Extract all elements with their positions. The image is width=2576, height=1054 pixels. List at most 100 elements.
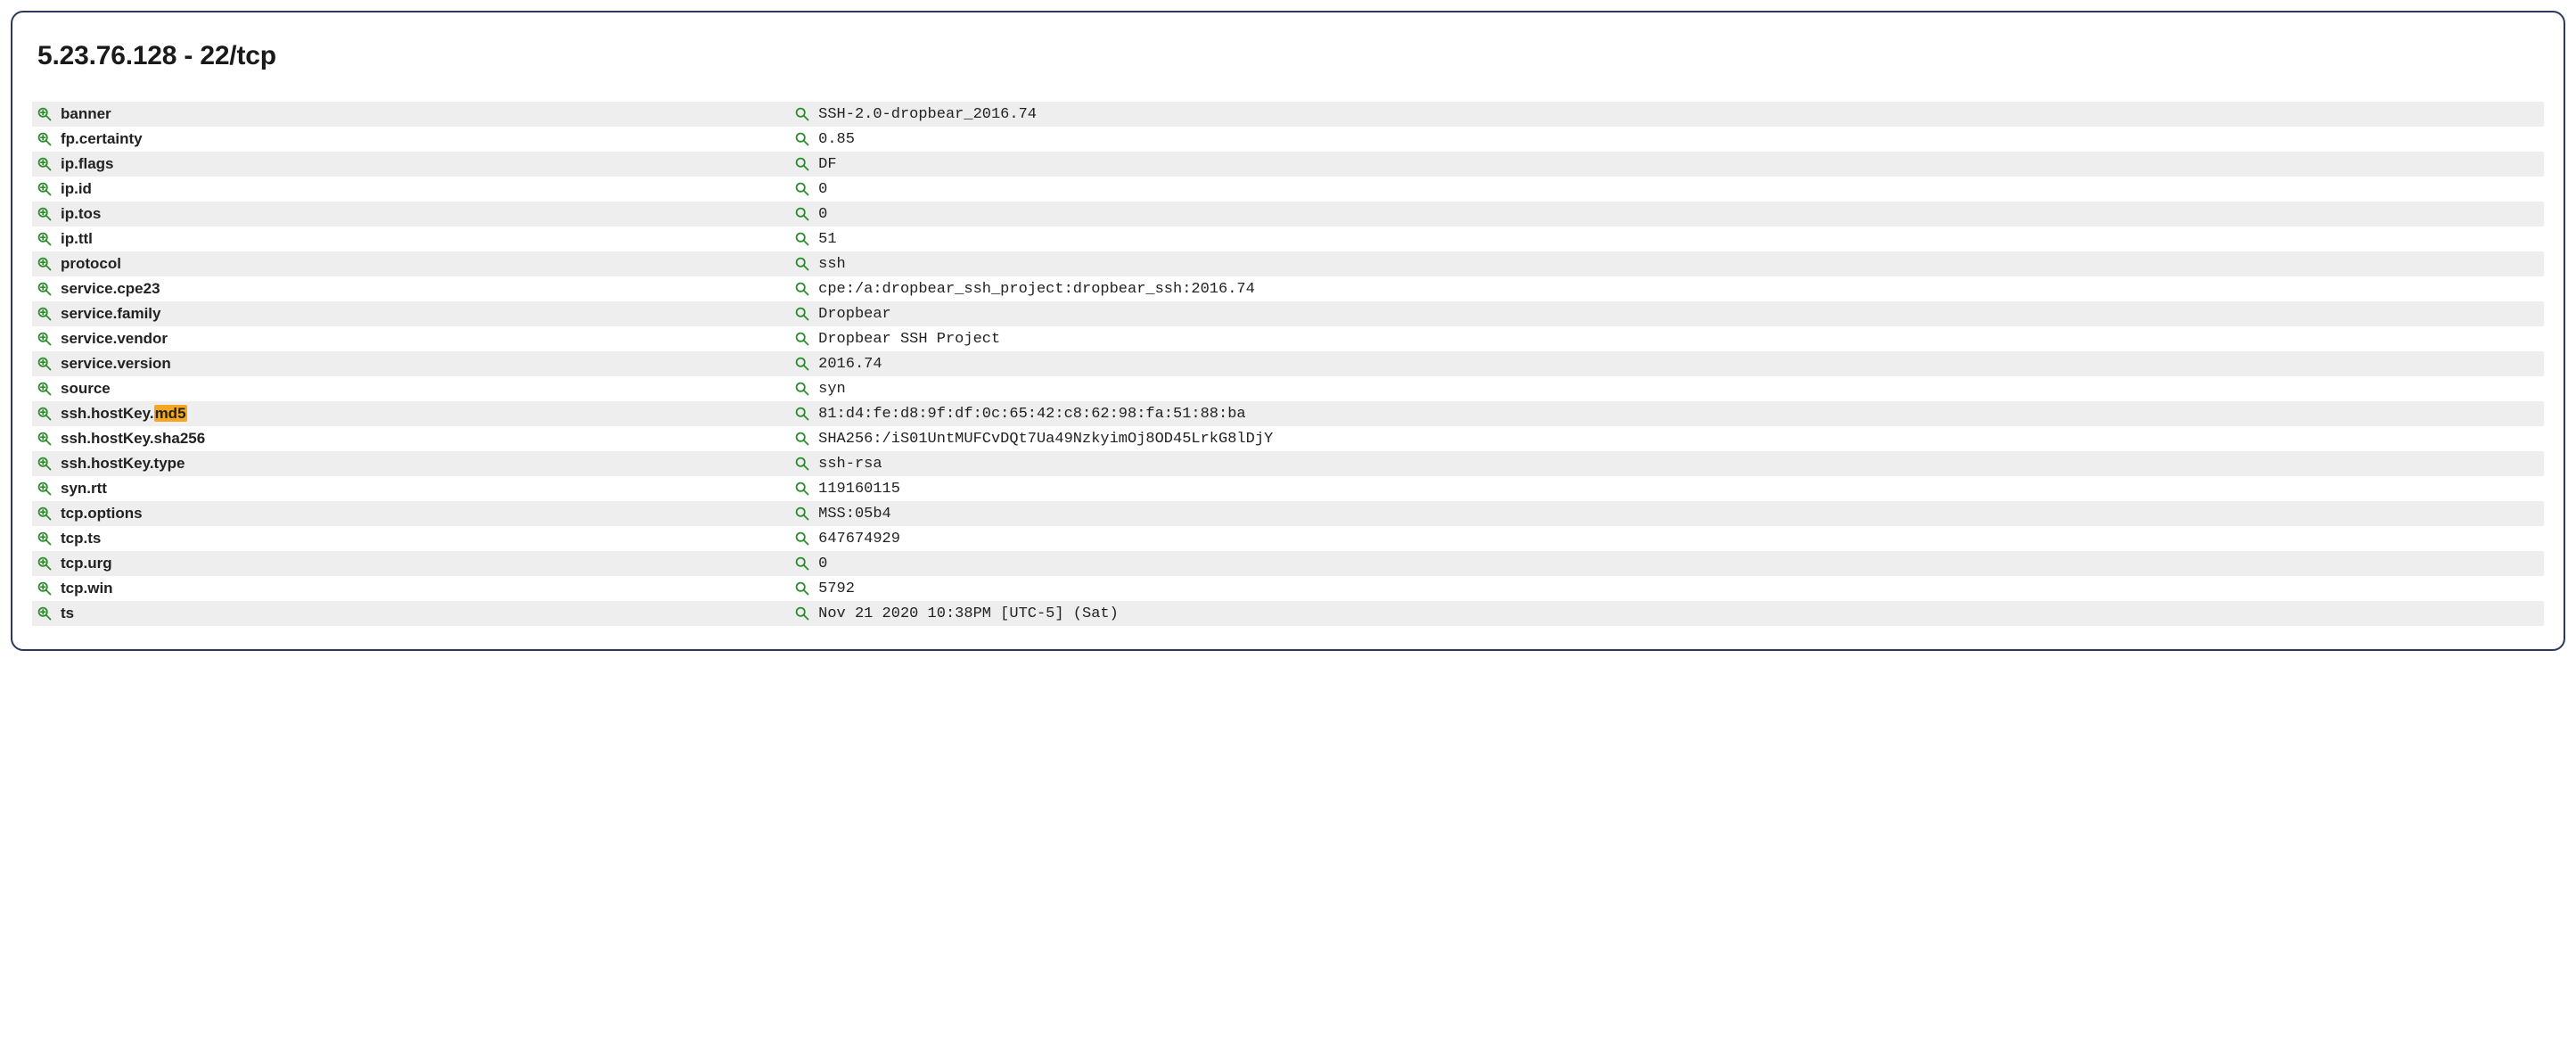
table-row: ip.tos 0 — [32, 202, 2544, 226]
field-key-label: ip.ttl — [61, 230, 93, 248]
field-value-cell: 5792 — [790, 576, 2544, 601]
field-value-label: cpe:/a:dropbear_ssh_project:dropbear_ssh… — [818, 281, 1255, 298]
field-value-label: Nov 21 2020 10:38PM [UTC-5] (Sat) — [818, 605, 1119, 622]
field-key-cell: tcp.win — [32, 576, 790, 601]
field-key-label: tcp.ts — [61, 530, 101, 548]
zoom-in-icon[interactable] — [37, 457, 52, 471]
search-icon[interactable] — [795, 506, 809, 521]
zoom-in-icon[interactable] — [37, 506, 52, 521]
table-row: ssh.hostKey.type ssh-rsa — [32, 451, 2544, 476]
table-row: service.version 2016.74 — [32, 351, 2544, 376]
table-row: protocol ssh — [32, 251, 2544, 276]
zoom-in-icon[interactable] — [37, 407, 52, 421]
search-icon[interactable] — [795, 307, 809, 321]
zoom-in-icon[interactable] — [37, 257, 52, 271]
search-icon[interactable] — [795, 357, 809, 371]
field-value-label: Dropbear SSH Project — [818, 331, 1000, 348]
field-key-cell: ip.id — [32, 177, 790, 202]
field-key-cell: ts — [32, 601, 790, 626]
field-value-label: 0 — [818, 181, 827, 198]
search-icon[interactable] — [795, 382, 809, 396]
zoom-in-icon[interactable] — [37, 357, 52, 371]
zoom-in-icon[interactable] — [37, 307, 52, 321]
zoom-in-icon[interactable] — [37, 132, 52, 146]
search-icon[interactable] — [795, 157, 809, 171]
fields-table: banner SSH-2.0-dropbear_2016.74 fp.certa… — [32, 102, 2544, 626]
zoom-in-icon[interactable] — [37, 282, 52, 296]
search-icon[interactable] — [795, 107, 809, 121]
zoom-in-icon[interactable] — [37, 556, 52, 571]
field-value-label: 0 — [818, 556, 827, 572]
search-icon[interactable] — [795, 282, 809, 296]
search-icon[interactable] — [795, 606, 809, 621]
search-icon[interactable] — [795, 332, 809, 346]
field-value-cell: ssh — [790, 251, 2544, 276]
field-value-cell: 0 — [790, 202, 2544, 226]
zoom-in-icon[interactable] — [37, 207, 52, 221]
field-value-cell: 0.85 — [790, 127, 2544, 152]
search-icon[interactable] — [795, 581, 809, 596]
field-key-label: protocol — [61, 255, 121, 273]
field-value-cell: 2016.74 — [790, 351, 2544, 376]
field-key-cell: banner — [32, 102, 790, 127]
field-key-label: ip.id — [61, 180, 92, 198]
search-icon[interactable] — [795, 257, 809, 271]
field-key-label: syn.rtt — [61, 480, 107, 498]
table-row: ip.ttl 51 — [32, 226, 2544, 251]
field-value-cell: 51 — [790, 226, 2544, 251]
table-row: ip.flags DF — [32, 152, 2544, 177]
search-icon[interactable] — [795, 482, 809, 496]
result-panel: 5.23.76.128 - 22/tcp banner SSH-2.0-drop… — [11, 11, 2565, 651]
field-key-label: ssh.hostKey.sha256 — [61, 430, 205, 448]
table-row: tcp.win 5792 — [32, 576, 2544, 601]
zoom-in-icon[interactable] — [37, 107, 52, 121]
field-value-label: SSH-2.0-dropbear_2016.74 — [818, 106, 1037, 123]
zoom-in-icon[interactable] — [37, 232, 52, 246]
field-value-cell: DF — [790, 152, 2544, 177]
field-key-cell: tcp.ts — [32, 526, 790, 551]
field-value-label: 0.85 — [818, 131, 855, 148]
field-key-label: ip.flags — [61, 155, 114, 173]
field-value-cell: SSH-2.0-dropbear_2016.74 — [790, 102, 2544, 127]
field-key-label: ip.tos — [61, 205, 101, 223]
zoom-in-icon[interactable] — [37, 382, 52, 396]
field-key-label: fp.certainty — [61, 130, 143, 148]
search-icon[interactable] — [795, 457, 809, 471]
field-value-label: Dropbear — [818, 306, 891, 323]
zoom-in-icon[interactable] — [37, 606, 52, 621]
field-key-label: service.family — [61, 305, 160, 323]
zoom-in-icon[interactable] — [37, 432, 52, 446]
table-row: service.family Dropbear — [32, 301, 2544, 326]
zoom-in-icon[interactable] — [37, 157, 52, 171]
field-key-label: ssh.hostKey.type — [61, 455, 185, 473]
zoom-in-icon[interactable] — [37, 332, 52, 346]
field-value-label: 5792 — [818, 581, 855, 597]
field-value-cell: cpe:/a:dropbear_ssh_project:dropbear_ssh… — [790, 276, 2544, 301]
field-value-cell: 0 — [790, 551, 2544, 576]
field-key-cell: ip.flags — [32, 152, 790, 177]
zoom-in-icon[interactable] — [37, 182, 52, 196]
field-key-cell: protocol — [32, 251, 790, 276]
result-title: 5.23.76.128 - 22/tcp — [37, 41, 2544, 71]
table-row: service.cpe23 cpe:/a:dropbear_ssh_projec… — [32, 276, 2544, 301]
field-key-cell: syn.rtt — [32, 476, 790, 501]
zoom-in-icon[interactable] — [37, 531, 52, 546]
field-value-label: 2016.74 — [818, 356, 882, 373]
search-icon[interactable] — [795, 132, 809, 146]
field-value-label: ssh-rsa — [818, 456, 882, 473]
field-key-cell: fp.certainty — [32, 127, 790, 152]
field-value-label: ssh — [818, 256, 846, 273]
table-row: syn.rtt 119160115 — [32, 476, 2544, 501]
zoom-in-icon[interactable] — [37, 581, 52, 596]
search-icon[interactable] — [795, 407, 809, 421]
field-value-cell: 647674929 — [790, 526, 2544, 551]
search-icon[interactable] — [795, 207, 809, 221]
field-key-label: tcp.options — [61, 505, 143, 523]
search-icon[interactable] — [795, 232, 809, 246]
search-icon[interactable] — [795, 556, 809, 571]
field-key-cell: ip.ttl — [32, 226, 790, 251]
search-icon[interactable] — [795, 432, 809, 446]
zoom-in-icon[interactable] — [37, 482, 52, 496]
search-icon[interactable] — [795, 182, 809, 196]
search-icon[interactable] — [795, 531, 809, 546]
